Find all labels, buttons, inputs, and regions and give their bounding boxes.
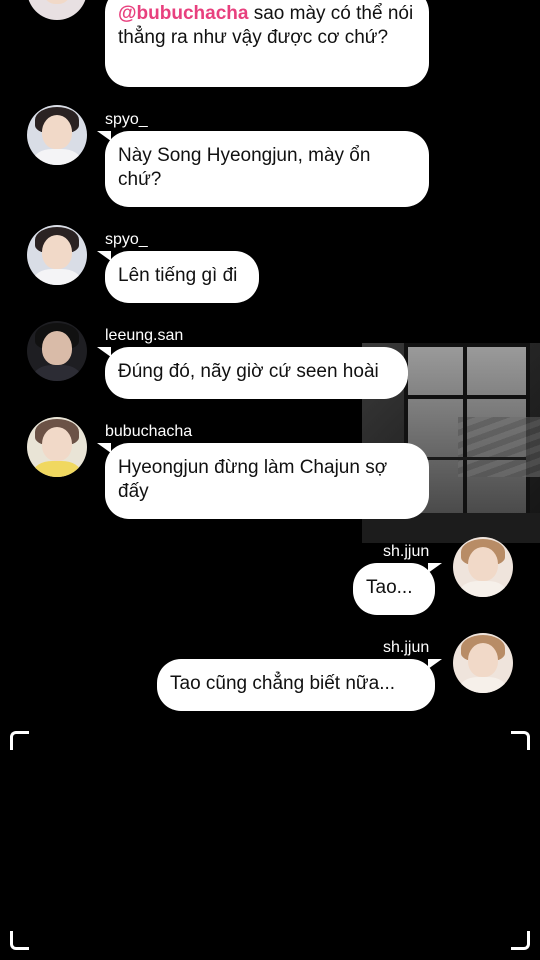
message-bubble[interactable]: Đúng đó, nãy giờ cứ seen hoài bbox=[105, 347, 408, 399]
username[interactable]: bubuchacha bbox=[105, 423, 192, 441]
avatar[interactable] bbox=[453, 633, 513, 693]
frame-corner-top-right bbox=[511, 731, 530, 750]
username[interactable]: spyo_ bbox=[105, 111, 148, 129]
mention-link[interactable]: @bubuchacha bbox=[118, 3, 248, 24]
avatar[interactable] bbox=[27, 0, 87, 20]
message-bubble[interactable]: @bubuchacha sao mày có thể nói thẳng ra … bbox=[105, 0, 429, 87]
message-bubble[interactable]: Tao... bbox=[353, 563, 435, 615]
message-bubble[interactable]: Tao cũng chẳng biết nữa... bbox=[157, 659, 435, 711]
avatar[interactable] bbox=[27, 321, 87, 381]
username[interactable]: sh.jjun bbox=[383, 543, 429, 561]
message-text: Đúng đó, nãy giờ cứ seen hoài bbox=[118, 361, 379, 382]
avatar[interactable] bbox=[27, 225, 87, 285]
avatar[interactable] bbox=[27, 105, 87, 165]
message-text: Lên tiếng gì đi bbox=[118, 265, 238, 286]
message-bubble[interactable]: Lên tiếng gì đi bbox=[105, 251, 259, 303]
username[interactable]: spyo_ bbox=[105, 231, 148, 249]
message-text: Tao cũng chẳng biết nữa... bbox=[170, 673, 396, 694]
username[interactable]: leeung.san bbox=[105, 327, 183, 345]
message-bubble[interactable]: Hyeongjun đừng làm Chajun sợ đấy bbox=[105, 443, 429, 519]
message-text: Hyeongjun đừng làm Chajun sợ đấy bbox=[118, 457, 388, 502]
avatar[interactable] bbox=[453, 537, 513, 597]
frame-corner-top-left bbox=[10, 731, 29, 750]
avatar[interactable] bbox=[27, 417, 87, 477]
message-bubble[interactable]: Này Song Hyeongjun, mày ổn chứ? bbox=[105, 131, 429, 207]
frame-corner-bottom-left bbox=[10, 931, 29, 950]
username[interactable]: sh.jjun bbox=[383, 639, 429, 657]
frame-corner-bottom-right bbox=[511, 931, 530, 950]
message-text: Tao... bbox=[366, 577, 413, 598]
message-text: Này Song Hyeongjun, mày ổn chứ? bbox=[118, 145, 371, 190]
